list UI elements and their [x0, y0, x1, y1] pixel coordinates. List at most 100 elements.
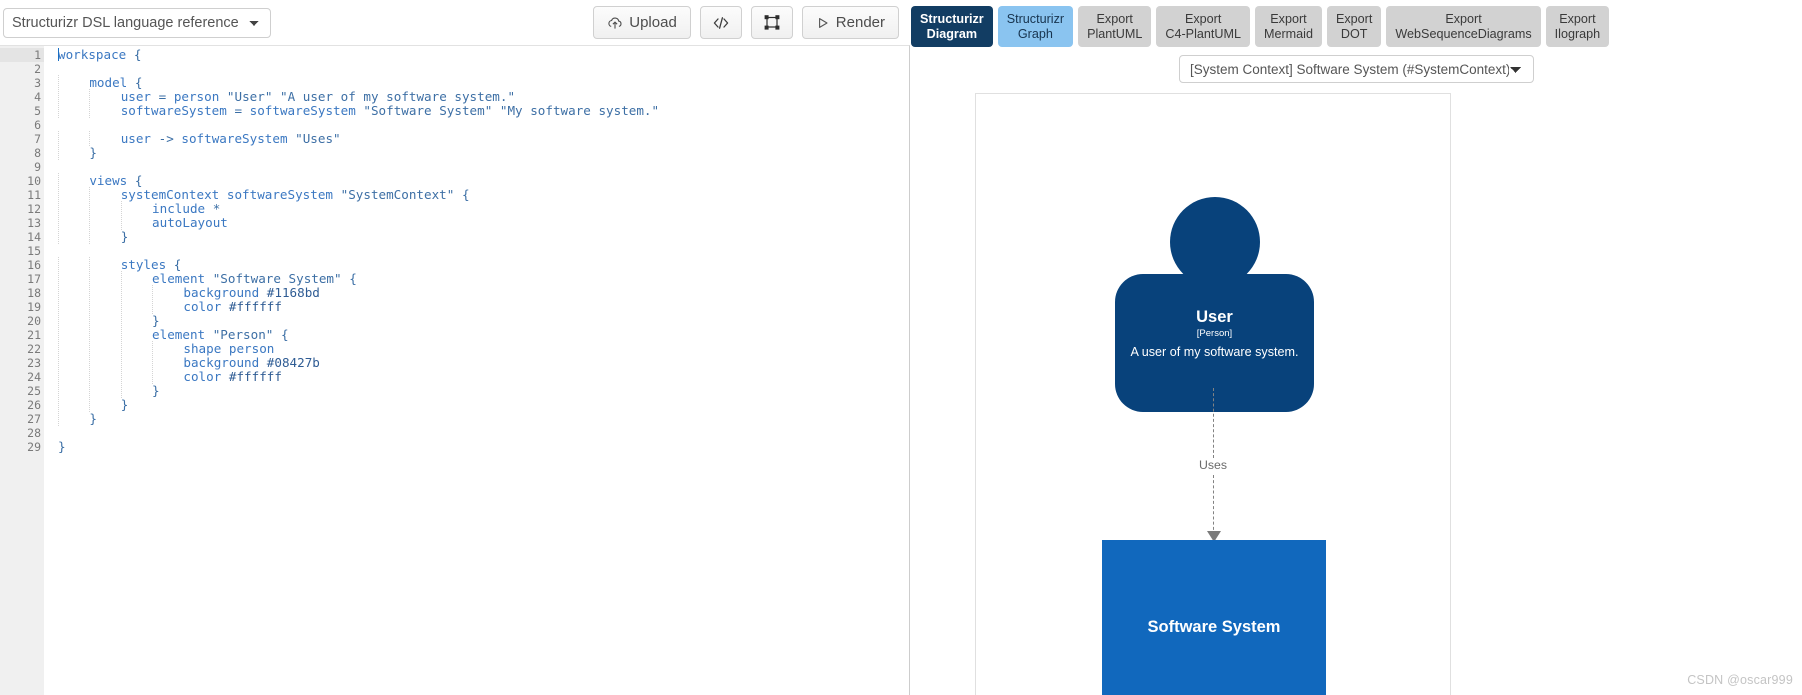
dsl-language-reference-select[interactable]: Structurizr DSL language reference	[3, 7, 271, 38]
indent-guide	[152, 355, 184, 370]
tab-websequencediagrams[interactable]: Export WebSequenceDiagrams	[1386, 6, 1541, 47]
person-name: User	[1196, 308, 1233, 326]
upload-button[interactable]: Upload	[593, 6, 691, 39]
software-system-name: Software System	[1147, 618, 1281, 636]
indent-guide	[120, 285, 153, 300]
indent-guide	[58, 271, 90, 286]
indent-guide	[58, 145, 90, 160]
indent-guide	[89, 89, 121, 104]
indent-guide	[58, 383, 90, 398]
line-number: 11▾	[0, 188, 50, 202]
render-button[interactable]: Render	[801, 6, 899, 39]
cloud-upload-icon	[607, 15, 623, 31]
line-number: 21▾	[0, 328, 50, 342]
indent-guide	[58, 201, 90, 216]
tab-label-line1: Export	[1335, 12, 1373, 26]
diagram-view-select[interactable]: [System Context] Software System (#Syste…	[1179, 55, 1534, 83]
relationship-label: Uses	[1198, 458, 1228, 472]
indent-guide	[89, 201, 121, 216]
code-line: }	[58, 145, 909, 160]
indent-guide	[89, 215, 121, 230]
view-source-button[interactable]	[699, 6, 742, 39]
indent-guide	[89, 397, 121, 412]
indent-guide	[152, 285, 184, 300]
tab-label-line2: Ilograph	[1554, 26, 1601, 41]
tab-label-line2: WebSequenceDiagrams	[1395, 26, 1532, 41]
code-line: }	[58, 313, 909, 328]
indent-guide	[58, 285, 90, 300]
line-number: 25	[27, 384, 41, 398]
indent-guide	[58, 299, 90, 314]
fullscreen-button[interactable]	[750, 6, 793, 39]
indent-guide	[58, 75, 90, 90]
indent-guide	[120, 341, 153, 356]
indent-guide	[58, 411, 90, 426]
tab-ilograph[interactable]: Export Ilograph	[1545, 6, 1610, 47]
tab-label-line1: Export	[1184, 12, 1222, 26]
tab-graph[interactable]: Structurizr Graph	[997, 6, 1074, 47]
code-editor[interactable]: 1▾23▾45678910▾11▾1213141516▾17▾18192021▾…	[0, 45, 910, 695]
tab-label-line1: Export	[1270, 12, 1307, 26]
code-line: background #1168bd	[58, 285, 909, 300]
indent-guide	[120, 201, 153, 216]
editor-toolbar: Structurizr DSL language reference Uploa…	[0, 0, 910, 45]
app-root: Structurizr DSL language reference Uploa…	[0, 0, 1802, 695]
line-number: 27	[27, 412, 41, 426]
tab-diagram[interactable]: Structurizr Diagram	[911, 6, 993, 47]
code-content[interactable]: workspace { model { user = person "User"…	[44, 46, 909, 695]
indent-guide	[58, 103, 90, 118]
indent-guide	[89, 383, 121, 398]
line-number: 19	[27, 300, 41, 314]
indent-guide	[120, 383, 153, 398]
line-number: 13	[27, 216, 41, 230]
tab-mermaid[interactable]: Export Mermaid	[1254, 6, 1322, 47]
line-number: 14	[27, 230, 41, 244]
tab-plantuml[interactable]: Export PlantUML	[1078, 6, 1152, 47]
code-line: }	[58, 439, 66, 454]
line-number: 2	[34, 62, 41, 76]
line-number: 23	[27, 356, 41, 370]
code-line: color #ffffff	[58, 299, 909, 314]
indent-guide	[152, 341, 184, 356]
diagram-canvas[interactable]: User [Person] A user of my software syst…	[975, 93, 1451, 695]
view-selector-row: [System Context] Software System (#Syste…	[911, 47, 1802, 83]
line-number: 8	[34, 146, 41, 160]
indent-guide	[120, 369, 153, 384]
diagram-node-person[interactable]: User [Person] A user of my software syst…	[1115, 197, 1314, 412]
indent-guide	[120, 271, 153, 286]
indent-guide	[58, 327, 90, 342]
indent-guide	[58, 313, 90, 328]
line-number: 16▾	[0, 258, 50, 272]
diagram-node-software-system[interactable]: Software System	[1102, 540, 1326, 695]
line-number: 1▾	[0, 48, 50, 62]
indent-guide	[89, 257, 121, 272]
tab-dot[interactable]: Export DOT	[1326, 6, 1382, 47]
indent-guide	[58, 341, 90, 356]
code-line: }	[58, 397, 909, 412]
code-line: views {	[58, 173, 909, 188]
preview-pane: Structurizr Diagram Structurizr Graph Export…	[911, 0, 1802, 695]
code-line: autoLayout	[58, 215, 909, 230]
editor-toolbar-actions: Upload Render	[593, 6, 899, 39]
tab-c4-plantuml[interactable]: Export C4-PlantUML	[1156, 6, 1250, 47]
line-number: 17▾	[0, 272, 50, 286]
relationship-line-upper	[1213, 388, 1214, 458]
tab-label-line2: Graph	[1017, 26, 1053, 41]
tab-label-line1: Export	[1559, 12, 1596, 26]
software-system-node-text: Software System	[1102, 617, 1326, 638]
code-line: include *	[58, 201, 909, 216]
indent-guide	[89, 355, 121, 370]
line-number: 15	[27, 244, 41, 258]
indent-guide	[120, 313, 153, 328]
code-line: user = person "User" "A user of my softw…	[58, 89, 909, 104]
line-number: 7	[34, 132, 41, 146]
indent-guide	[152, 299, 184, 314]
dsl-editor-pane: Structurizr DSL language reference Uploa…	[0, 0, 910, 695]
indent-guide	[120, 355, 153, 370]
indent-guide	[58, 131, 90, 146]
line-number: 6	[34, 118, 41, 132]
line-number: 28	[27, 426, 41, 440]
